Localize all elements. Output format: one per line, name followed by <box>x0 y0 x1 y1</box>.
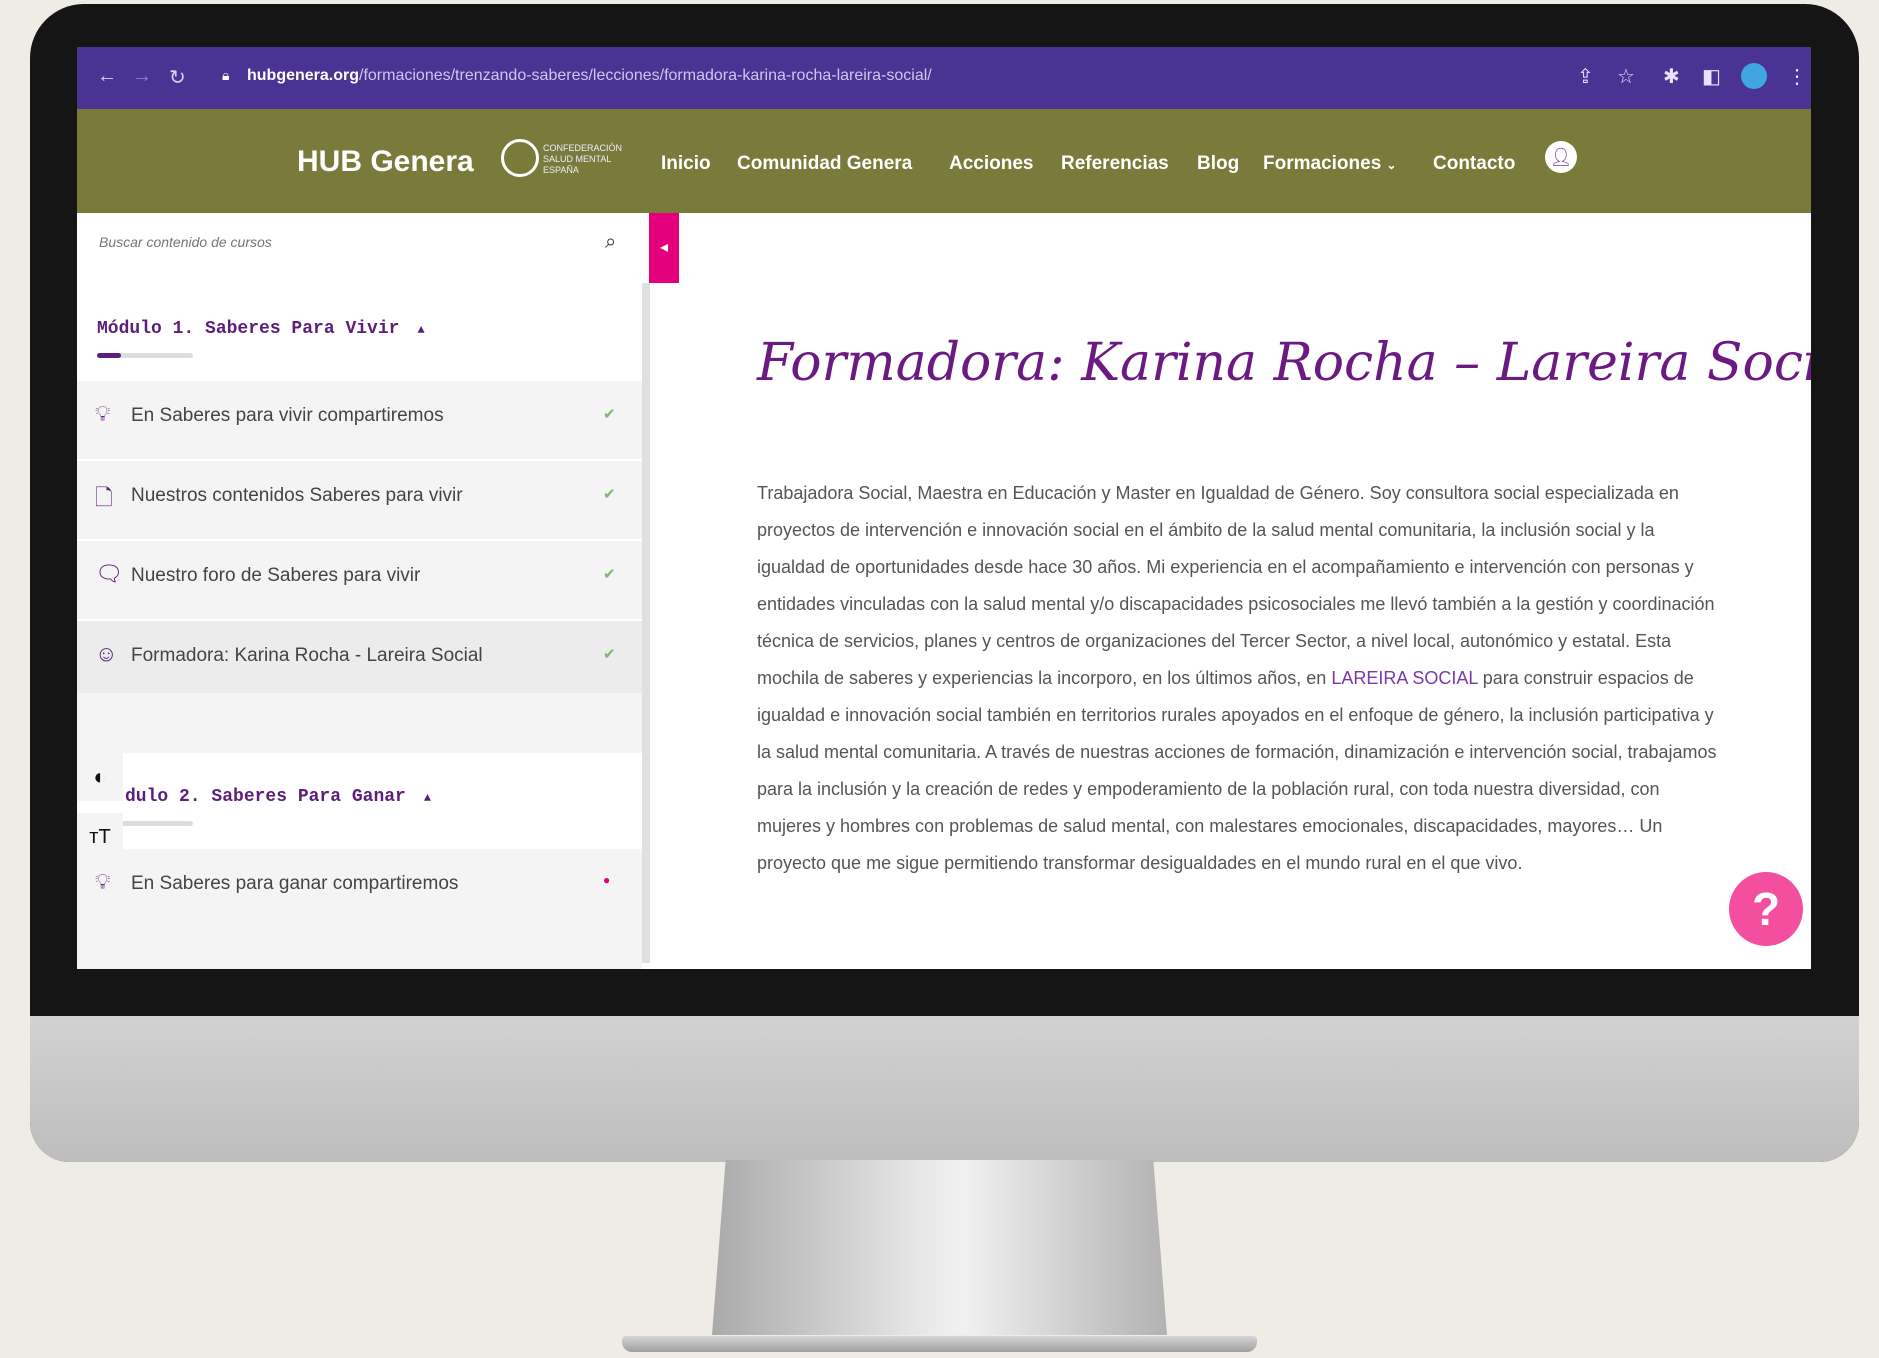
lesson-item[interactable]: 💡︎ En Saberes para ganar compartiremos ● <box>77 847 642 921</box>
more-menu-icon[interactable]: ⋮ <box>1787 64 1807 89</box>
check-icon: ✔ <box>603 406 616 423</box>
course-search-input[interactable] <box>97 233 581 251</box>
lesson-label: Formadora: Karina Rocha - Lareira Social <box>131 645 483 666</box>
salud-mental-logo <box>501 139 539 177</box>
lesson-label: Nuestros contenidos Saberes para vivir <box>131 485 463 506</box>
nav-referencias[interactable]: Referencias <box>1061 153 1169 175</box>
lightbulb-icon: 💡︎ <box>95 401 111 426</box>
lock-icon: 🔒︎ <box>222 67 230 83</box>
module-1-title: Módulo 1. Saberes Para Vivir ▲ <box>97 319 425 339</box>
bio-text-start: Trabajadora Social, Maestra en Educación… <box>757 483 1715 688</box>
lesson-label: En Saberes para ganar compartiremos <box>131 873 459 894</box>
logo-subtext: CONFEDERACIÓN SALUD MENTAL ESPAÑA <box>543 143 623 175</box>
monitor-stand <box>712 1160 1167 1335</box>
check-icon: ✔ <box>603 566 616 583</box>
nav-comunidad-genera[interactable]: Comunidad Genera <box>737 153 912 175</box>
person-icon: ☺ <box>95 641 118 666</box>
module-2-title-text: dulo 2. Saberes Para Ganar <box>125 787 406 807</box>
share-icon[interactable]: ⇪ <box>1577 64 1594 89</box>
url-path: /formaciones/trenzando-saberes/lecciones… <box>359 67 932 84</box>
back-icon[interactable]: ← <box>97 65 117 88</box>
lesson-item[interactable]: 🗨︎ Nuestro foro de Saberes para vivir ✔ <box>77 539 642 613</box>
side-panel-icon[interactable]: ◧ <box>1702 64 1721 89</box>
sidebar-scrollbar[interactable] <box>642 283 650 963</box>
bio-paragraph: Trabajadora Social, Maestra en Educación… <box>757 475 1717 882</box>
user-account-icon[interactable]: 👤︎ <box>1545 141 1577 173</box>
module-1-progress <box>97 353 193 358</box>
module-1-title-text: Módulo 1. Saberes Para Vivir <box>97 319 400 339</box>
check-icon: ✔ <box>603 646 616 663</box>
browser-toolbar: ← → ↻ 🔒︎ hubgenera.org/formaciones/trenz… <box>77 47 1811 109</box>
monitor-base <box>622 1336 1257 1352</box>
bio-text-end: para construir espacios de igualdad e in… <box>757 668 1717 873</box>
incomplete-dot-icon: ● <box>603 873 611 887</box>
module-1-progress-fill <box>97 353 121 358</box>
forum-icon: 🗨︎ <box>95 561 123 586</box>
nav-acciones[interactable]: Acciones <box>949 153 1033 175</box>
lesson-item[interactable]: 💡︎ En Saberes para vivir compartiremos ✔ <box>77 379 642 453</box>
forward-icon[interactable]: → <box>132 65 152 88</box>
help-button[interactable]: ? <box>1729 872 1803 946</box>
caret-up-icon: ▲ <box>423 791 432 805</box>
module-2-header[interactable]: dulo 2. Saberes Para Ganar ▲ <box>77 753 642 847</box>
course-search: ⌕ <box>77 213 642 285</box>
bookmark-star-icon[interactable]: ☆ <box>1617 64 1635 89</box>
nav-formaciones-label: Formaciones <box>1263 153 1382 174</box>
lesson-item-active[interactable]: ☺ Formadora: Karina Rocha - Lareira Soci… <box>77 619 642 693</box>
contrast-toggle-icon[interactable]: ◐ <box>77 753 123 801</box>
screen: ← → ↻ 🔒︎ hubgenera.org/formaciones/trenz… <box>77 47 1811 969</box>
document-icon: 🗋 <box>95 485 113 510</box>
lesson-label: Nuestro foro de Saberes para vivir <box>131 565 421 586</box>
course-sidebar: ⌕ Módulo 1. Saberes Para Vivir ▲ 💡︎ En Sa… <box>77 213 642 969</box>
module-1-header[interactable]: Módulo 1. Saberes Para Vivir ▲ <box>77 285 642 379</box>
lareira-social-link[interactable]: LAREIRA SOCIAL <box>1331 668 1477 688</box>
brand-title[interactable]: HUB Genera <box>297 145 474 179</box>
lesson-item[interactable]: 🗋 Nuestros contenidos Saberes para vivir… <box>77 459 642 533</box>
lesson-label: En Saberes para vivir compartiremos <box>131 405 444 426</box>
text-size-icon[interactable]: тT <box>77 813 123 861</box>
check-icon: ✔ <box>603 486 616 503</box>
nav-formaciones[interactable]: Formaciones ⌄ <box>1263 153 1397 175</box>
url-domain: hubgenera.org <box>247 67 360 84</box>
lesson-content: Formadora: Karina Rocha – Lareira Social… <box>679 213 1811 969</box>
extensions-icon[interactable]: ✱ <box>1663 64 1680 89</box>
caret-up-icon: ▲ <box>417 323 425 337</box>
reload-icon[interactable]: ↻ <box>169 65 186 90</box>
chevron-left-icon: ◂ <box>659 239 669 256</box>
lightbulb-icon: 💡︎ <box>95 869 111 894</box>
profile-avatar[interactable] <box>1741 63 1767 89</box>
collapse-sidebar-button[interactable]: ◂ <box>649 213 679 283</box>
search-icon[interactable]: ⌕ <box>605 231 616 254</box>
chevron-down-icon: ⌄ <box>1386 158 1397 172</box>
address-bar[interactable]: hubgenera.org/formaciones/trenzando-sabe… <box>247 67 932 85</box>
site-header: HUB Genera CONFEDERACIÓN SALUD MENTAL ES… <box>77 109 1811 213</box>
nav-contacto[interactable]: Contacto <box>1433 153 1515 175</box>
lesson-heading: Formadora: Karina Rocha – Lareira Social <box>757 333 1811 393</box>
module-2-title: dulo 2. Saberes Para Ganar ▲ <box>125 787 431 807</box>
nav-blog[interactable]: Blog <box>1197 153 1239 175</box>
monitor-chin <box>30 1016 1859 1162</box>
nav-inicio[interactable]: Inicio <box>661 153 711 175</box>
